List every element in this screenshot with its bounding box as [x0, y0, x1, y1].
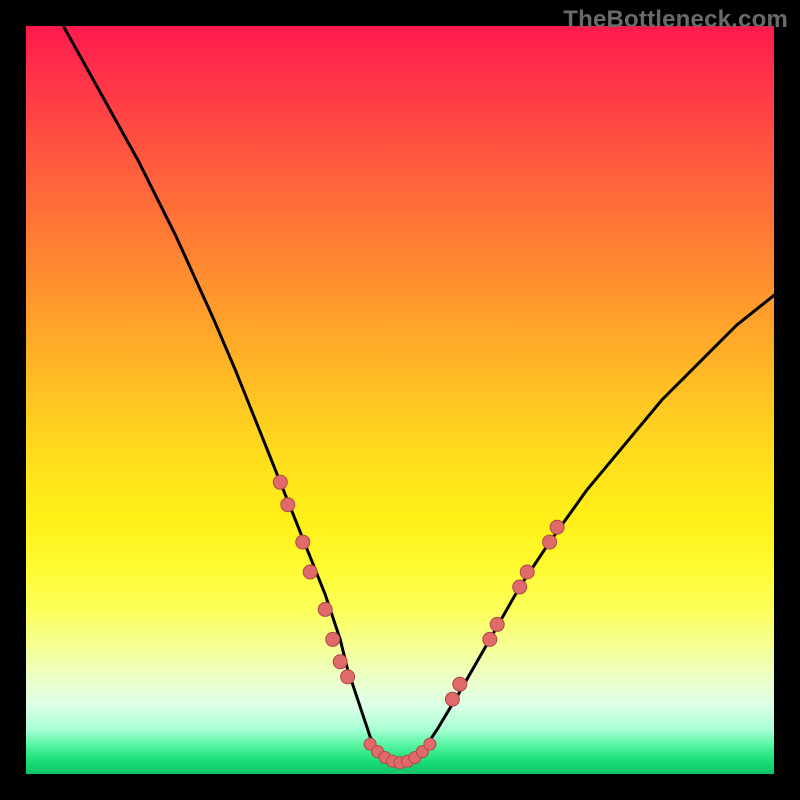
data-marker	[453, 677, 467, 691]
data-marker	[424, 738, 436, 750]
watermark-text: TheBottleneck.com	[563, 6, 788, 34]
data-marker	[520, 565, 534, 579]
chart-frame: TheBottleneck.com	[0, 0, 800, 800]
data-marker	[326, 632, 340, 646]
bottleneck-curve-svg	[26, 26, 774, 774]
data-marker	[513, 580, 527, 594]
bottleneck-curve	[63, 26, 774, 767]
data-marker	[445, 692, 459, 706]
data-marker	[550, 520, 564, 534]
data-marker	[303, 565, 317, 579]
data-marker	[341, 670, 355, 684]
data-marker	[273, 475, 287, 489]
data-marker	[318, 602, 332, 616]
data-marker	[296, 535, 310, 549]
data-marker	[483, 632, 497, 646]
plot-area	[26, 26, 774, 774]
data-marker	[281, 498, 295, 512]
data-marker	[490, 617, 504, 631]
data-marker	[333, 655, 347, 669]
data-marker	[543, 535, 557, 549]
